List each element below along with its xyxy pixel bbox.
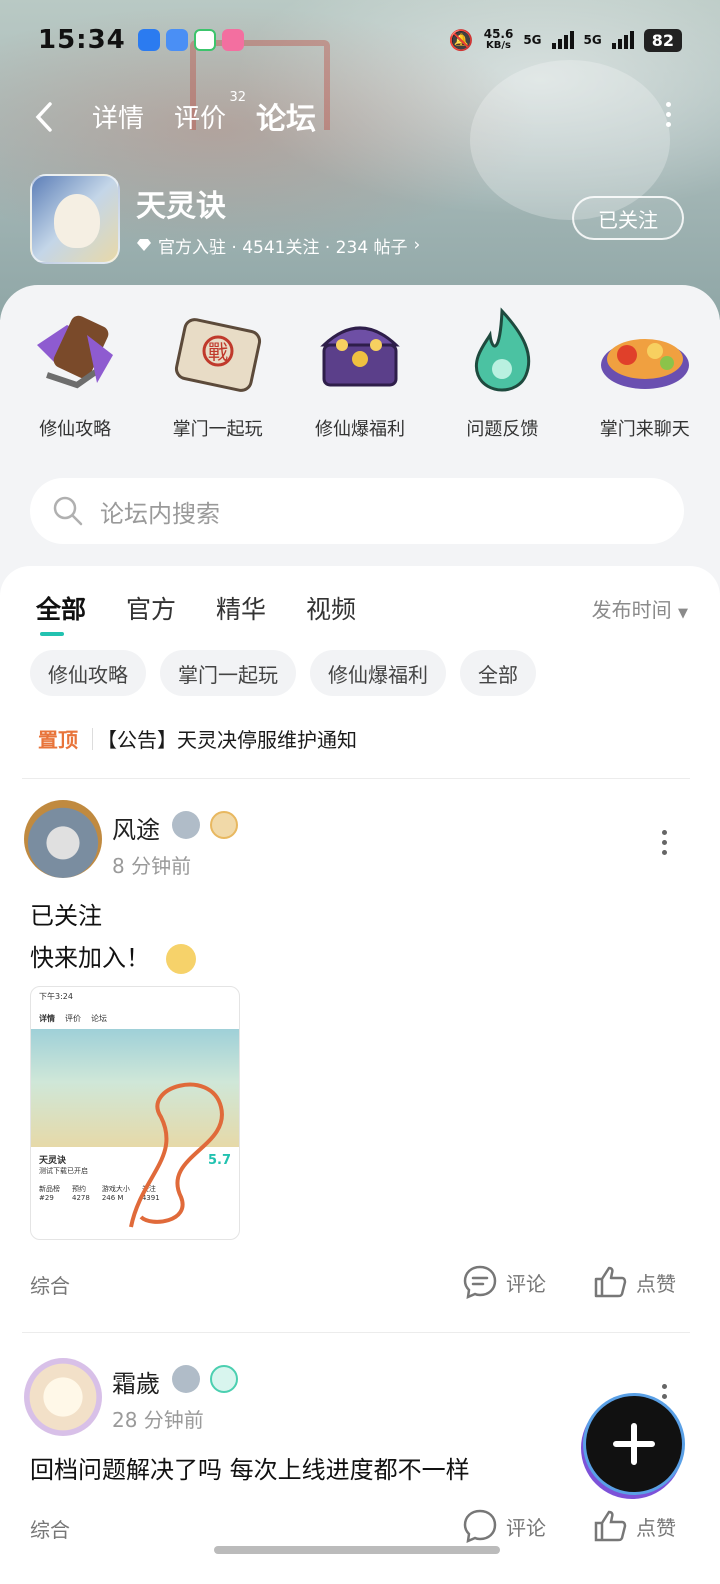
post-time: 8 分钟前 — [112, 854, 192, 878]
caret-down-icon: ▼ — [678, 606, 688, 621]
comment-button[interactable]: 评论 — [462, 1264, 546, 1300]
level-badge-icon — [172, 811, 200, 839]
category-item[interactable]: 掌门来聊天 — [580, 305, 710, 441]
signal-icon — [611, 31, 634, 49]
app-notification-icon — [165, 29, 188, 51]
game-icon[interactable] — [30, 174, 120, 264]
post-category: 综合 — [30, 1518, 70, 1542]
feed-tab-featured[interactable]: 精华 — [216, 590, 266, 626]
plus-icon — [613, 1423, 655, 1465]
like-button[interactable]: 点赞 — [592, 1264, 676, 1300]
feed-tab-official[interactable]: 官方 — [126, 590, 176, 626]
net-speed: 45.6 KB/s — [483, 27, 514, 51]
battery-indicator: 82 — [643, 28, 682, 52]
search-bar[interactable]: 论坛内搜索 — [30, 478, 684, 544]
green-flame-icon — [454, 305, 550, 401]
search-input[interactable]: 论坛内搜索 — [100, 494, 220, 529]
scribble-overlay — [129, 1082, 224, 1228]
tab-details[interactable]: 详情 — [92, 98, 144, 135]
feed-tab-video[interactable]: 视频 — [306, 590, 356, 626]
new-post-button[interactable] — [586, 1396, 682, 1492]
category-row: 修仙攻略 戰 掌门一起玩 修仙爆福利 问题反馈 掌门来聊天 — [0, 305, 720, 441]
sim1-label: 5G — [523, 33, 542, 47]
post-more-icon[interactable] — [662, 830, 668, 855]
post-text-line: 快来加入！ — [30, 938, 196, 974]
tab-reviews[interactable]: 评价 32 — [174, 90, 246, 135]
top-nav: 详情 评价 32 论坛 — [0, 90, 720, 140]
category-item[interactable]: 修仙攻略 — [10, 305, 140, 441]
svg-text:戰: 戰 — [208, 340, 228, 364]
chip[interactable]: 修仙爆福利 — [310, 650, 446, 696]
back-arrow-icon[interactable] — [32, 101, 62, 132]
post-author[interactable]: 霜歲 — [112, 1364, 160, 1399]
category-item[interactable]: 修仙爆福利 — [295, 305, 425, 441]
diamond-icon — [137, 239, 151, 251]
post-category: 综合 — [30, 1274, 70, 1298]
thumbs-up-icon — [594, 1510, 627, 1542]
game-meta[interactable]: 官方入驻 · 4541关注 · 234 帖子 › — [136, 233, 420, 258]
post-image[interactable]: 下午3:24 详情 评价 论坛 天灵诀 5.7 测试下载已开启 新品榜 #29 预… — [30, 986, 240, 1240]
battle-scroll-icon: 戰 — [170, 305, 266, 401]
more-options-icon[interactable] — [666, 102, 674, 127]
comment-icon — [463, 1265, 497, 1300]
avatar[interactable] — [24, 800, 102, 878]
feed-tab-all[interactable]: 全部 — [36, 590, 86, 636]
chevron-right-icon: › — [413, 235, 421, 255]
comment-icon — [463, 1509, 497, 1544]
achievement-badge-icon — [210, 811, 238, 839]
chip[interactable]: 全部 — [460, 650, 536, 696]
thumbs-up-icon — [594, 1266, 627, 1298]
status-bar: 15:34 🔕 45.6 KB/s 5G 5G 82 — [0, 18, 720, 62]
search-icon — [53, 496, 83, 526]
avatar[interactable] — [24, 1358, 102, 1436]
comment-button[interactable]: 评论 — [462, 1508, 546, 1544]
filter-chips: 修仙攻略 掌门一起玩 修仙爆福利 全部 — [30, 650, 536, 696]
food-plate-icon — [597, 305, 693, 401]
mute-bell-icon: 🔕 — [448, 28, 474, 52]
reviews-count-badge: 32 — [229, 89, 247, 105]
pinned-tag: 置顶 — [38, 728, 78, 752]
app-notification-icon — [221, 29, 244, 51]
level-badge-icon — [172, 1365, 200, 1393]
follow-button[interactable]: 已关注 — [572, 196, 684, 240]
pinned-post[interactable]: 置顶 【公告】天灵决停服维护通知 — [38, 724, 357, 753]
game-stats: 官方入驻 · 4541关注 · 234 帖子 — [158, 237, 408, 258]
scroll-chain-icon — [27, 305, 123, 401]
chip[interactable]: 掌门一起玩 — [160, 650, 296, 696]
divider — [22, 1332, 690, 1333]
category-item[interactable]: 问题反馈 — [437, 305, 567, 441]
like-button[interactable]: 点赞 — [592, 1508, 676, 1544]
pinned-title: 【公告】天灵决停服维护通知 — [97, 728, 357, 752]
separator — [92, 727, 93, 750]
post-time: 28 分钟前 — [112, 1408, 204, 1432]
chip[interactable]: 修仙攻略 — [30, 650, 146, 696]
app-notification-icon — [137, 29, 160, 51]
post-text-line: 已关注 — [30, 902, 102, 930]
play-store-icon — [193, 29, 216, 51]
tab-forum[interactable]: 论坛 — [256, 94, 317, 138]
level-8-badge-icon — [210, 1365, 238, 1393]
divider — [22, 778, 690, 779]
category-item[interactable]: 戰 掌门一起玩 — [153, 305, 283, 441]
post-author[interactable]: 风途 — [112, 810, 160, 845]
post-text-line: 回档问题解决了吗 每次上线进度都不一样 — [30, 1456, 470, 1484]
emoji-face-icon — [165, 944, 196, 974]
sort-dropdown[interactable]: 发布时间 ▼ — [592, 594, 688, 623]
sim2-label: 5G — [583, 33, 602, 47]
game-header: 天灵诀 官方入驻 · 4541关注 · 234 帖子 › — [30, 174, 420, 264]
signal-icon — [551, 31, 574, 49]
status-time: 15:34 — [38, 25, 126, 55]
feed-tabs: 全部 官方 精华 视频 — [36, 590, 356, 636]
game-name: 天灵诀 — [136, 188, 226, 224]
treasure-chest-icon — [312, 305, 408, 401]
status-app-icons — [137, 29, 244, 51]
home-indicator[interactable] — [214, 1546, 500, 1554]
